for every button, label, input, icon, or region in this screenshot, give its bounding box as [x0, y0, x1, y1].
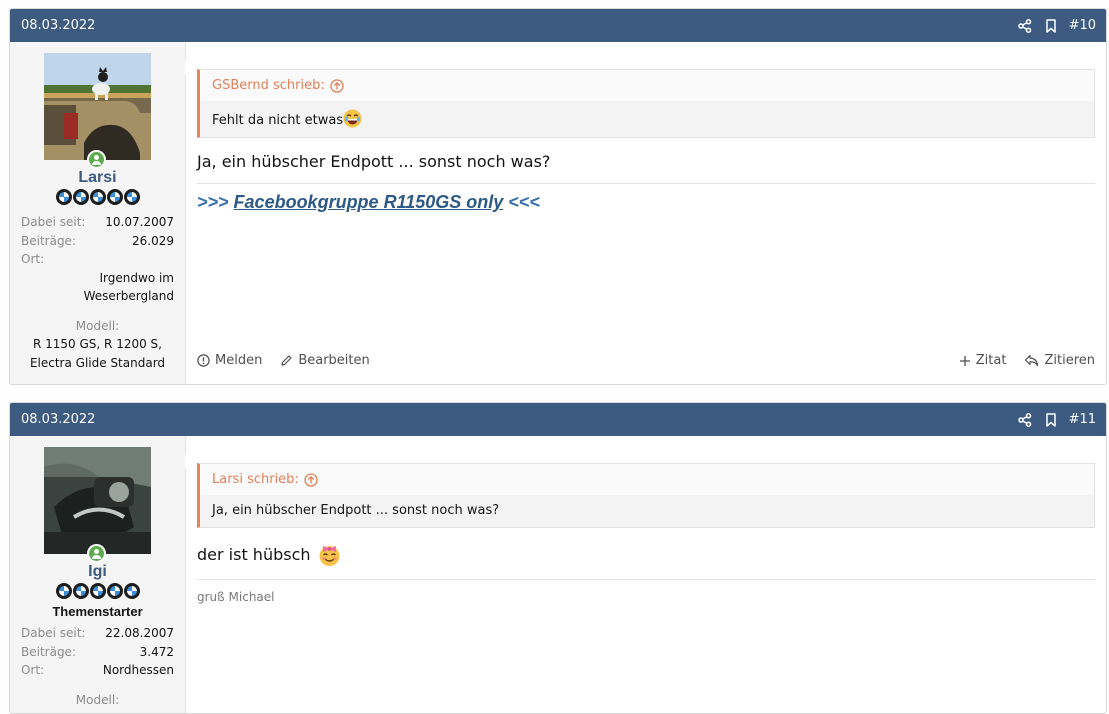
edit-icon — [280, 354, 293, 367]
post-message: der ist hübsch — [197, 545, 311, 564]
user-stats: Dabei seit: 22.08.2007 Beiträge: 3.472 O… — [10, 624, 185, 709]
report-button[interactable]: Melden — [197, 353, 262, 368]
quote-text-wrap: Ja, ein hübscher Endpott ... sonst noch … — [200, 495, 1094, 527]
post-date[interactable]: 08.03.2022 — [21, 18, 1005, 33]
share-icon[interactable] — [1017, 18, 1032, 33]
quote-author[interactable]: Larsi schrieb: — [212, 472, 299, 487]
stat-label: Ort: — [21, 252, 45, 266]
signature-text: gruß Michael — [197, 590, 275, 604]
post-body: Larsi Dabei seit: 10.07.2007 Beiträge: 2… — [10, 42, 1106, 384]
post-content: Larsi schrieb: Ja, ein hübscher Endpott … — [186, 436, 1106, 713]
report-icon — [197, 354, 210, 367]
location-value: Irgendwo im Weserbergland — [83, 270, 174, 304]
model-label: Modell: — [75, 318, 120, 333]
signature-prefix: >>> — [197, 192, 234, 212]
bmw-rank-icon — [123, 189, 140, 205]
model-value: R 1150 GS, R 1200 S, Electra Glide Stand… — [29, 337, 166, 370]
quote-text: Fehlt da nicht etwas — [212, 113, 344, 128]
stat-label: Beiträge: — [21, 233, 76, 248]
post-header: 08.03.2022 #10 — [10, 9, 1106, 42]
stat-location: Ort: — [21, 250, 174, 269]
stat-label: Beiträge: — [21, 644, 76, 659]
bmw-rank-icon — [55, 189, 72, 205]
post-header: 08.03.2022 #11 — [10, 403, 1106, 436]
facebook-group-link[interactable]: Facebookgruppe R1150GS only — [234, 192, 504, 212]
quote-author-link[interactable]: Larsi schrieb: — [200, 464, 1094, 495]
stat-value[interactable]: 3.472 — [140, 643, 174, 662]
signature: gruß Michael — [197, 579, 1095, 605]
stat-value: 22.08.2007 — [105, 626, 174, 640]
stat-label: Ort: — [21, 663, 45, 677]
online-status-icon — [87, 544, 106, 563]
stat-label: Dabei seit: — [21, 215, 86, 229]
model-label: Modell: — [75, 692, 120, 707]
stat-value[interactable]: 26.029 — [132, 232, 174, 251]
quote-block: Larsi schrieb: Ja, ein hübscher Endpott … — [197, 463, 1095, 528]
user-stats: Dabei seit: 10.07.2007 Beiträge: 26.029 … — [10, 213, 185, 372]
thread-starter-badge: Themenstarter — [52, 604, 143, 619]
reply-icon — [1024, 354, 1039, 367]
stat-joined: Dabei seit: 10.07.2007 — [21, 213, 174, 232]
quote-arrow-icon[interactable] — [304, 472, 318, 487]
signature: >>> Facebookgruppe R1150GS only <<< — [197, 183, 1095, 213]
quote-author[interactable]: GSBernd schrieb: — [212, 78, 325, 93]
stat-posts: Beiträge: 3.472 — [21, 643, 174, 662]
user-info: Igi Themenstarter Dabei seit: 22.08.2007… — [10, 436, 186, 713]
username[interactable]: Larsi — [10, 169, 185, 187]
quote-arrow-icon[interactable] — [330, 78, 344, 93]
bmw-rank-icon — [55, 583, 72, 599]
post-number[interactable]: #10 — [1069, 18, 1096, 33]
rank-icons — [10, 583, 185, 599]
report-label: Melden — [215, 353, 263, 368]
bmw-rank-icon — [106, 189, 123, 205]
stat-value: 10.07.2007 — [105, 215, 174, 229]
post-message: Ja, ein hübscher Endpott ... sonst noch … — [197, 152, 551, 171]
bmw-rank-icon — [106, 583, 123, 599]
post-content: GSBernd schrieb: Fehlt da nicht etwas Ja… — [186, 42, 1106, 384]
edit-button[interactable]: Bearbeiten — [280, 353, 370, 368]
bookmark-icon[interactable] — [1045, 412, 1057, 427]
post-actions: Melden Bearbeiten Zitat Zitieren — [197, 353, 1095, 368]
username[interactable]: Igi — [10, 563, 185, 581]
quote-text-wrap: Fehlt da nicht etwas — [200, 101, 1094, 137]
plus-icon — [959, 355, 971, 367]
post-body: Igi Themenstarter Dabei seit: 22.08.2007… — [10, 436, 1106, 713]
bmw-rank-icon — [123, 583, 140, 599]
post-number[interactable]: #11 — [1069, 412, 1096, 427]
reply-button[interactable]: Zitieren — [1024, 353, 1095, 368]
bmw-rank-icon — [89, 189, 106, 205]
stat-value: Nordhessen — [102, 663, 174, 677]
signature-suffix: <<< — [503, 192, 540, 212]
bow-emoji-icon — [317, 542, 342, 567]
stat-posts: Beiträge: 26.029 — [21, 232, 174, 251]
post-11: 08.03.2022 #11 Igi Themenstarter Dabei s… — [9, 402, 1107, 714]
quote-block: GSBernd schrieb: Fehlt da nicht etwas — [197, 69, 1095, 138]
avatar[interactable] — [44, 53, 151, 169]
bmw-rank-icon — [72, 583, 89, 599]
stat-location: Ort: Nordhessen — [21, 661, 174, 680]
bookmark-icon[interactable] — [1045, 18, 1057, 33]
laughing-emoji-icon — [343, 109, 362, 128]
online-status-icon — [87, 150, 106, 169]
post-message-wrap: der ist hübsch — [197, 542, 1095, 567]
reply-label: Zitieren — [1044, 353, 1095, 368]
edit-label: Bearbeiten — [298, 353, 370, 368]
stat-label: Dabei seit: — [21, 626, 86, 640]
multiquote-label: Zitat — [975, 353, 1007, 368]
post-date[interactable]: 08.03.2022 — [21, 412, 1005, 427]
user-info: Larsi Dabei seit: 10.07.2007 Beiträge: 2… — [10, 42, 186, 384]
quote-author-link[interactable]: GSBernd schrieb: — [200, 70, 1094, 101]
rank-icons — [10, 189, 185, 205]
share-icon[interactable] — [1017, 412, 1032, 427]
bmw-rank-icon — [89, 583, 106, 599]
stat-joined: Dabei seit: 22.08.2007 — [21, 624, 174, 643]
avatar[interactable] — [44, 447, 151, 563]
bmw-rank-icon — [72, 189, 89, 205]
quote-text: Ja, ein hübscher Endpott ... sonst noch … — [212, 503, 500, 518]
post-10: 08.03.2022 #10 Larsi Dabei seit: 10.07.2… — [9, 8, 1107, 385]
multiquote-button[interactable]: Zitat — [959, 353, 1007, 368]
facebook-group-link-text[interactable]: Facebookgruppe R1150GS only — [234, 192, 504, 212]
